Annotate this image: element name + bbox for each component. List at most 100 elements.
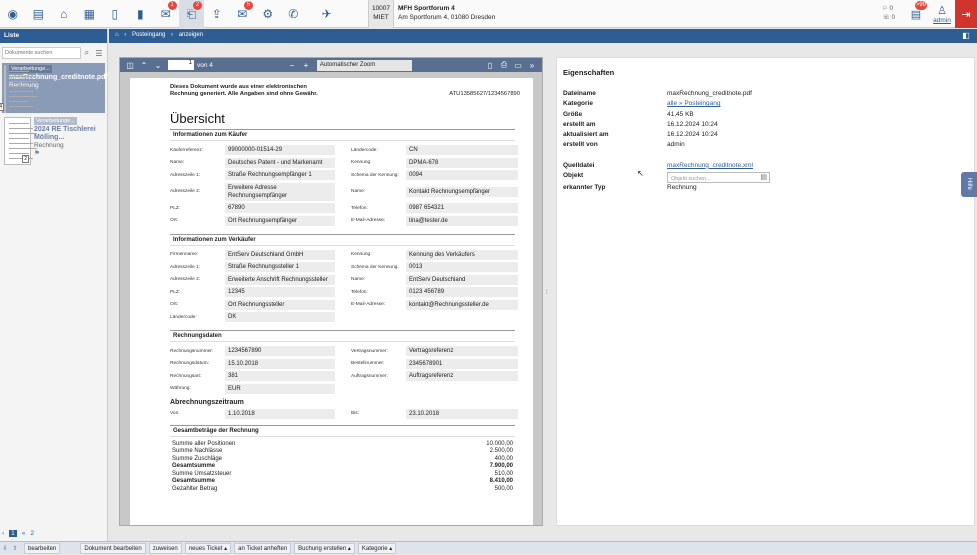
document-button[interactable]: ▯ bbox=[102, 0, 128, 28]
document-list-item[interactable]: 2 Verarbeitunge... 2024 RE Tischlerei Möll… bbox=[2, 115, 105, 165]
zoom-out-icon[interactable]: − bbox=[285, 61, 299, 70]
property-label: erstellt von bbox=[563, 141, 598, 149]
detected-type-row: erkannter Typ Rechnung bbox=[563, 184, 697, 192]
object-search-input[interactable]: Objekt suchen... ▤ bbox=[667, 172, 770, 184]
pager-page-2[interactable]: 2 bbox=[30, 530, 34, 537]
upload-button[interactable]: ⇪ bbox=[204, 0, 230, 28]
pager-next-icon[interactable]: « bbox=[22, 530, 26, 537]
field-label: Adresszeile 1: bbox=[170, 264, 201, 270]
property-value[interactable]: alle » Posteingang bbox=[667, 99, 721, 109]
breadcrumb-anzeigen: anzeigen bbox=[178, 32, 204, 38]
mouse-cursor-icon: ↖ bbox=[637, 169, 644, 178]
field-value: Straße Rechnungssteller 1 bbox=[225, 262, 335, 272]
action-an-ticket-anheften[interactable]: an Ticket anheften bbox=[234, 542, 292, 554]
total-row: Summe Umsatzsteuer 510,00 bbox=[170, 471, 515, 479]
next-page-icon[interactable]: ⌄ bbox=[151, 61, 165, 70]
field-label: Bis: bbox=[351, 411, 359, 416]
field-label: Käuferreferenz: bbox=[170, 147, 204, 153]
action-dokument-bearbeiten[interactable]: Dokument bearbeiten bbox=[80, 542, 146, 554]
document-search-input[interactable] bbox=[2, 47, 81, 59]
action-buchung-erstellen[interactable]: Buchung erstellen ▴ bbox=[294, 542, 355, 554]
logout-button[interactable]: ⇥ bbox=[955, 0, 977, 28]
pager-prev-icon[interactable]: ‹ bbox=[2, 530, 4, 537]
home-button[interactable]: ⌂ bbox=[51, 0, 77, 28]
field-label: Schema der Kennung: bbox=[351, 172, 399, 178]
splitter-handle[interactable]: ⁞ bbox=[546, 290, 552, 296]
mail-button[interactable]: ✉ 1 bbox=[153, 0, 179, 28]
action-bearbeiten[interactable]: bearbeiten bbox=[24, 542, 61, 554]
prev-page-icon[interactable]: ⌃ bbox=[137, 61, 151, 70]
field-value: 0013 bbox=[406, 262, 518, 272]
mail-outgoing-button[interactable]: ✉ 5 bbox=[230, 0, 256, 28]
panel-toggle-button[interactable]: ◧ bbox=[959, 29, 973, 43]
field-label: Rechnungsnummer: bbox=[170, 348, 214, 354]
gear-button[interactable]: ⚙ bbox=[255, 0, 281, 28]
field-label: Schema der Kennung: bbox=[351, 264, 399, 270]
arrow-down-icon[interactable]: ⇩ bbox=[0, 545, 10, 552]
field-value: 0094 bbox=[406, 170, 518, 180]
action-kategorie[interactable]: Kategorie ▴ bbox=[357, 542, 397, 554]
user-menu[interactable]: ♙ admin bbox=[929, 0, 955, 28]
home-icon[interactable]: ⌂ bbox=[115, 32, 119, 38]
pager-page-1[interactable]: 1 bbox=[9, 530, 17, 537]
field-value: Ort Rechnungssteller bbox=[225, 299, 335, 310]
action-zuweisen[interactable]: zuweisen bbox=[148, 542, 182, 554]
property-label: erstellt am bbox=[563, 120, 596, 128]
document-search: ⌕ ☰ bbox=[2, 46, 105, 60]
download-icon[interactable]: ▭ bbox=[511, 61, 525, 70]
status-counters: ⚐ 0 ☏ 0 bbox=[882, 5, 895, 23]
field-label: Ort: bbox=[170, 218, 178, 223]
sidebar-toggle-icon[interactable]: ◫ bbox=[123, 61, 137, 70]
calendar-button[interactable]: ▦ bbox=[77, 0, 103, 28]
phone-button[interactable]: ✆ bbox=[281, 0, 307, 28]
filter-icon[interactable]: ☰ bbox=[93, 49, 105, 58]
breadcrumb-posteingang[interactable]: Posteingang bbox=[132, 32, 165, 38]
username-label: admin bbox=[933, 17, 951, 24]
page-number-input[interactable]: 1 bbox=[168, 60, 194, 70]
properties-list: Dateiname maxRechnung_creditnote.pdf Kateg… bbox=[563, 89, 968, 151]
search-icon[interactable]: ⌕ bbox=[81, 48, 93, 58]
chart-button[interactable]: ▮ bbox=[128, 0, 154, 28]
globe-button[interactable]: ◉ bbox=[0, 0, 26, 28]
object-name: MFH Sportforum 4 bbox=[398, 5, 455, 12]
help-tab[interactable]: Hilfe bbox=[961, 172, 977, 197]
zoom-select[interactable]: Automatischer Zoom bbox=[316, 59, 412, 71]
object-number: 10007 bbox=[371, 5, 391, 12]
field-label: Firmenname: bbox=[170, 252, 199, 257]
source-file-link[interactable]: maxRechnung_creditnote.xml bbox=[667, 161, 753, 171]
zoom-in-icon[interactable]: + bbox=[299, 61, 313, 70]
object-code[interactable]: 10007 MIET bbox=[368, 0, 394, 28]
field-label: Ort: bbox=[170, 302, 178, 307]
counter-2[interactable]: ☏ 0 bbox=[882, 14, 895, 23]
open-file-icon[interactable]: ▯ bbox=[483, 61, 497, 70]
rocket-button[interactable]: ✈ bbox=[314, 0, 340, 28]
sidebar-icon: ◧ bbox=[962, 31, 970, 40]
field-value: 1.10.2018 bbox=[225, 408, 335, 419]
field-label: Telefon: bbox=[351, 289, 368, 295]
object-address: Am Sportforum 4, 01080 Dresden bbox=[398, 14, 496, 21]
field-value: EntServ Deutschland GmbH bbox=[225, 249, 335, 260]
object-info[interactable]: MFH Sportforum 4 Am Sportforum 4, 01080 … bbox=[398, 4, 495, 22]
calendar-icon: ▦ bbox=[83, 7, 95, 21]
module-icons: ◉ ▤ ⌂ ▦ ▯ ▮ ✉ 1 ⎗ 2 ⇪ ✉ 5 ⚙ ✆ ✈ bbox=[0, 0, 340, 28]
invoice-sections: Informationen zum Käufer Käuferreferenz: 9… bbox=[170, 129, 533, 394]
print-icon[interactable]: ⎙ bbox=[497, 60, 511, 70]
chart-icon: ▮ bbox=[136, 7, 144, 21]
field-label: Bestellnummer: bbox=[351, 361, 385, 366]
arrow-up-icon[interactable]: ⇧ bbox=[10, 545, 20, 552]
property-label: Kategorie bbox=[563, 100, 593, 108]
more-tools-icon[interactable]: » bbox=[525, 61, 539, 70]
action-neues-ticket[interactable]: neues Ticket ▴ bbox=[184, 542, 232, 554]
counter-1[interactable]: ⚐ 0 bbox=[882, 5, 895, 14]
document-list-item[interactable]: 4 Verarbeitunge... maxRechnung_creditnote.… bbox=[0, 63, 108, 113]
total-value: 510,00 bbox=[494, 470, 513, 477]
notifications-button[interactable]: ▤ >99 bbox=[903, 0, 929, 28]
document-list: 4 Verarbeitunge... maxRechnung_creditnote.… bbox=[0, 63, 108, 165]
property-label: Dateiname bbox=[563, 90, 596, 97]
card-button[interactable]: ▤ bbox=[26, 0, 52, 28]
property-row: erstellt von admin bbox=[563, 140, 968, 150]
field-label: Auftragsnummer: bbox=[351, 373, 388, 379]
logout-icon: ⇥ bbox=[961, 8, 971, 21]
list-icon[interactable]: ▤ bbox=[760, 173, 767, 183]
inbox-button[interactable]: ⎗ 2 bbox=[178, 0, 204, 28]
